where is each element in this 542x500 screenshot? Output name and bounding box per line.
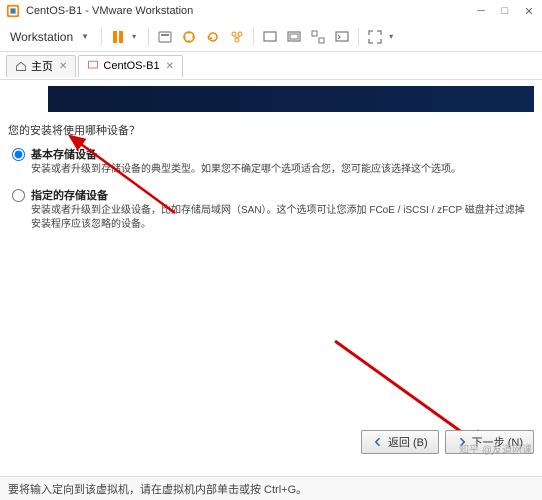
arrow-right-icon [456,436,468,448]
close-button[interactable]: ✕ [522,4,536,18]
separator [148,28,149,46]
pause-icon[interactable] [108,27,128,47]
option-basic-title: 基本存储设备 [31,146,534,162]
installer-banner [48,86,534,112]
home-icon [15,60,27,72]
vm-icon [87,59,99,74]
workstation-menu[interactable]: Workstation [6,28,77,46]
menu-bar: Workstation ▼ ▾ ▾ [0,22,542,52]
maximize-button[interactable]: □ [498,4,512,18]
title-bar: CentOS-B1 - VMware Workstation ─ □ ✕ [0,0,542,22]
status-hint: 要将输入定向到该虚拟机，请在虚拟机内部单击或按 Ctrl+G。 [8,481,307,497]
manage-snapshot-icon[interactable] [227,27,247,47]
radio-specified-storage[interactable] [12,189,25,202]
option-specified-storage[interactable]: 指定的存储设备 安装或者升级到企业级设备，比如存储局域网（SAN）。这个选项可让… [8,187,534,232]
separator [101,28,102,46]
status-bar: 要将输入定向到该虚拟机，请在虚拟机内部单击或按 Ctrl+G。 [0,476,542,500]
snapshot-icon[interactable] [179,27,199,47]
next-button[interactable]: 下一步 (N) [445,430,534,454]
tab-home[interactable]: 主页 ✕ [6,55,76,77]
fit-window-icon[interactable] [284,27,304,47]
revert-icon[interactable] [203,27,223,47]
fit-guest-icon[interactable] [260,27,280,47]
tab-home-close[interactable]: ✕ [59,61,67,72]
fullscreen-dropdown-icon[interactable]: ▾ [389,32,393,41]
option-basic-storage[interactable]: 基本存储设备 安装或者升级到存储设备的典型类型。如果您不确定哪个选项适合您，您可… [8,146,534,177]
tab-vm[interactable]: CentOS-B1 ✕ [78,55,183,77]
option-basic-desc: 安装或者升级到存储设备的典型类型。如果您不确定哪个选项适合您，您可能应该选择这个… [31,163,534,177]
tab-bar: 主页 ✕ CentOS-B1 ✕ [0,52,542,80]
app-icon [6,4,20,18]
arrow-left-icon [372,436,384,448]
vm-console[interactable]: 您的安装将使用哪种设备？ 基本存储设备 安装或者升级到存储设备的典型类型。如果您… [0,86,542,482]
send-keys-icon[interactable] [155,27,175,47]
separator [358,28,359,46]
separator [253,28,254,46]
minimize-button[interactable]: ─ [474,4,488,18]
fullscreen-icon[interactable] [365,27,385,47]
tab-vm-label: CentOS-B1 [103,60,159,72]
option-specified-title: 指定的存储设备 [31,187,534,203]
console-view-icon[interactable] [332,27,352,47]
pause-dropdown-icon[interactable]: ▾ [132,32,136,41]
unity-icon[interactable] [308,27,328,47]
tab-home-label: 主页 [31,58,53,74]
next-button-label: 下一步 (N) [472,434,523,450]
back-button[interactable]: 返回 (B) [361,430,439,454]
window-title: CentOS-B1 - VMware Workstation [26,5,474,17]
installer-prompt: 您的安装将使用哪种设备？ [8,122,534,138]
radio-basic-storage[interactable] [12,148,25,161]
menu-dropdown-icon[interactable]: ▼ [81,32,89,41]
tab-vm-close[interactable]: ✕ [166,61,174,72]
back-button-label: 返回 (B) [388,434,428,450]
option-specified-desc: 安装或者升级到企业级设备，比如存储局域网（SAN）。这个选项可让您添加 FCoE… [31,204,534,232]
